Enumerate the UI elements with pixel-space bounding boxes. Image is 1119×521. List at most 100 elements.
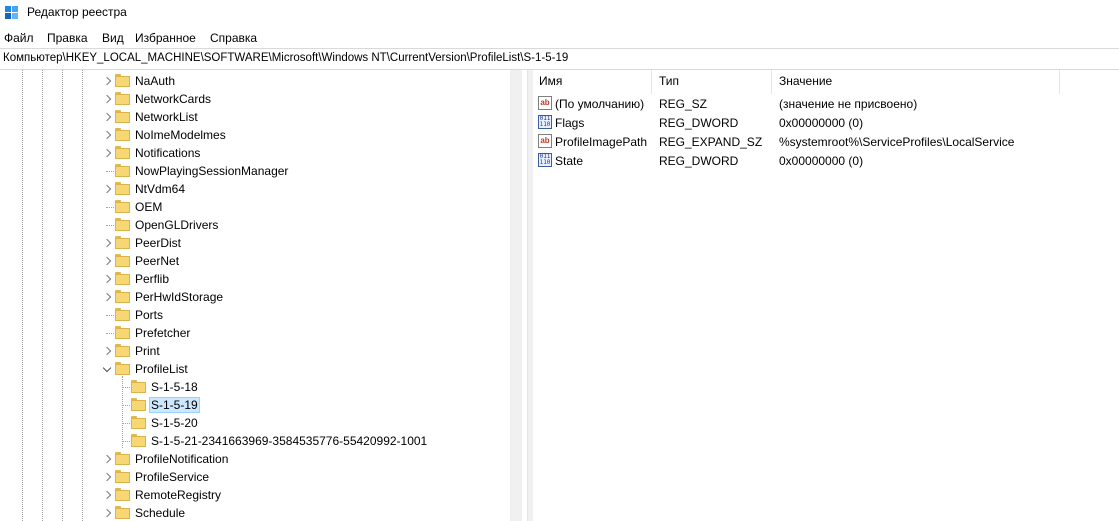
chevron-right-icon[interactable] (101, 129, 113, 141)
chevron-right-icon[interactable] (101, 489, 113, 501)
menu-favorites[interactable]: Избранное (135, 31, 196, 45)
tree-item-label[interactable]: NoImeModelmes (133, 128, 228, 142)
value-row[interactable]: 011 110 State REG_DWORD 0x00000000 (0) (533, 152, 1119, 170)
chevron-down-icon[interactable] (101, 363, 113, 375)
column-header-type[interactable]: Тип (659, 74, 679, 88)
folder-icon (115, 308, 130, 321)
chevron-right-icon[interactable] (101, 75, 113, 87)
tree-item-label[interactable]: NetworkCards (133, 92, 213, 106)
folder-icon (115, 92, 130, 105)
folder-icon (131, 434, 146, 447)
tree-item-label[interactable]: NetworkList (133, 110, 200, 124)
tree-item-label[interactable]: OEM (133, 200, 164, 214)
tree-scrollbar[interactable] (510, 70, 522, 521)
key-tree[interactable]: NaAuth NetworkCards NetworkList NoImeModelm… (0, 70, 522, 521)
chevron-right-icon[interactable] (101, 255, 113, 267)
chevron-right-icon[interactable] (101, 183, 113, 195)
chevron-right-icon[interactable] (101, 345, 113, 357)
tree-item-label[interactable]: NowPlayingSessionManager (133, 164, 290, 178)
address-path[interactable]: Компьютер\HKEY_LOCAL_MACHINE\SOFTWARE\Mi… (3, 52, 568, 64)
tree-item[interactable]: Schedule (0, 504, 510, 521)
tree-item[interactable]: OpenGLDrivers (0, 216, 510, 234)
tree-item-label[interactable]: PerHwIdStorage (133, 290, 225, 304)
tree-item-label[interactable]: S-1-5-20 (149, 416, 200, 430)
tree-item-label[interactable]: Print (133, 344, 162, 358)
tree-item[interactable]: Ports (0, 306, 510, 324)
menu-help[interactable]: Справка (210, 31, 257, 45)
tree-item[interactable]: NowPlayingSessionManager (0, 162, 510, 180)
folder-icon (115, 506, 130, 519)
tree-item[interactable]: Prefetcher (0, 324, 510, 342)
tree-item-label[interactable]: S-1-5-18 (149, 380, 200, 394)
tree-connector (122, 423, 130, 424)
tree-item-label[interactable]: PeerDist (133, 236, 183, 250)
tree-item[interactable]: ProfileService (0, 468, 510, 486)
tree-item-label[interactable]: Schedule (133, 506, 187, 520)
tree-item-label[interactable]: RemoteRegistry (133, 488, 223, 502)
values-list[interactable]: Имя Тип Значение ab (По умолчанию) REG_SZ(… (533, 70, 1119, 521)
chevron-right-icon[interactable] (101, 507, 113, 519)
tree-item-label[interactable]: S-1-5-21-2341663969-3584535776-55420992-… (149, 434, 429, 448)
binary-value-icon: 011 110 (538, 115, 552, 129)
tree-item[interactable]: S-1-5-19 (0, 396, 510, 414)
tree-item[interactable]: PerHwIdStorage (0, 288, 510, 306)
chevron-right-icon[interactable] (101, 93, 113, 105)
tree-item[interactable]: Print (0, 342, 510, 360)
value-row[interactable]: ab ProfileImagePath REG_EXPAND_SZ %systemro… (533, 133, 1119, 151)
tree-item[interactable]: OEM (0, 198, 510, 216)
tree-item-label-selected[interactable]: S-1-5-19 (149, 397, 200, 413)
chevron-right-icon[interactable] (101, 273, 113, 285)
chevron-right-icon[interactable] (101, 471, 113, 483)
folder-icon (115, 146, 130, 159)
tree-item[interactable]: Perflib (0, 270, 510, 288)
chevron-right-icon[interactable] (101, 453, 113, 465)
tree-item[interactable]: ProfileList (0, 360, 510, 378)
chevron-right-icon[interactable] (101, 237, 113, 249)
column-divider[interactable] (651, 70, 652, 94)
tree-item-label[interactable]: OpenGLDrivers (133, 218, 220, 232)
tree-item[interactable]: PeerDist (0, 234, 510, 252)
folder-icon (131, 380, 146, 393)
tree-item[interactable]: S-1-5-20 (0, 414, 510, 432)
chevron-right-icon[interactable] (101, 291, 113, 303)
tree-item-label[interactable]: NaAuth (133, 74, 177, 88)
tree-item-label[interactable]: ProfileService (133, 470, 211, 484)
tree-item[interactable]: NetworkCards (0, 90, 510, 108)
tree-item-label[interactable]: Notifications (133, 146, 202, 160)
tree-item-label[interactable]: Prefetcher (133, 326, 192, 340)
column-divider[interactable] (771, 70, 772, 94)
folder-icon (131, 398, 146, 411)
menu-view[interactable]: Вид (102, 31, 124, 45)
tree-item-label[interactable]: Ports (133, 308, 165, 322)
tree-connector (106, 315, 114, 316)
folder-icon (115, 290, 130, 303)
address-bar[interactable]: Компьютер\HKEY_LOCAL_MACHINE\SOFTWARE\Mi… (0, 48, 1119, 70)
tree-connector (122, 387, 130, 388)
tree-item[interactable]: PeerNet (0, 252, 510, 270)
tree-item[interactable]: ProfileNotification (0, 450, 510, 468)
menu-file[interactable]: Файл (4, 31, 34, 45)
folder-icon (115, 362, 130, 375)
tree-item-label[interactable]: PeerNet (133, 254, 181, 268)
tree-item[interactable]: NetworkList (0, 108, 510, 126)
value-row[interactable]: 011 110 Flags REG_DWORD 0x00000000 (0) (533, 114, 1119, 132)
column-divider[interactable] (1059, 70, 1060, 94)
tree-item[interactable]: S-1-5-18 (0, 378, 510, 396)
value-data: (значение не присвоено) (779, 97, 918, 111)
tree-item-label[interactable]: ProfileNotification (133, 452, 230, 466)
tree-item[interactable]: NoImeModelmes (0, 126, 510, 144)
value-row[interactable]: ab (По умолчанию) REG_SZ (значение не присв… (533, 95, 1119, 113)
chevron-right-icon[interactable] (101, 111, 113, 123)
menu-edit[interactable]: Правка (47, 31, 88, 45)
tree-item[interactable]: Notifications (0, 144, 510, 162)
column-header-value[interactable]: Значение (779, 74, 832, 88)
tree-item-label[interactable]: Perflib (133, 272, 171, 286)
tree-item[interactable]: NaAuth (0, 72, 510, 90)
tree-item-label[interactable]: ProfileList (133, 362, 190, 376)
tree-item-label[interactable]: NtVdm64 (133, 182, 187, 196)
tree-item[interactable]: NtVdm64 (0, 180, 510, 198)
tree-item[interactable]: RemoteRegistry (0, 486, 510, 504)
column-header-name[interactable]: Имя (539, 74, 562, 88)
tree-item[interactable]: S-1-5-21-2341663969-3584535776-55420992-… (0, 432, 510, 450)
chevron-right-icon[interactable] (101, 147, 113, 159)
